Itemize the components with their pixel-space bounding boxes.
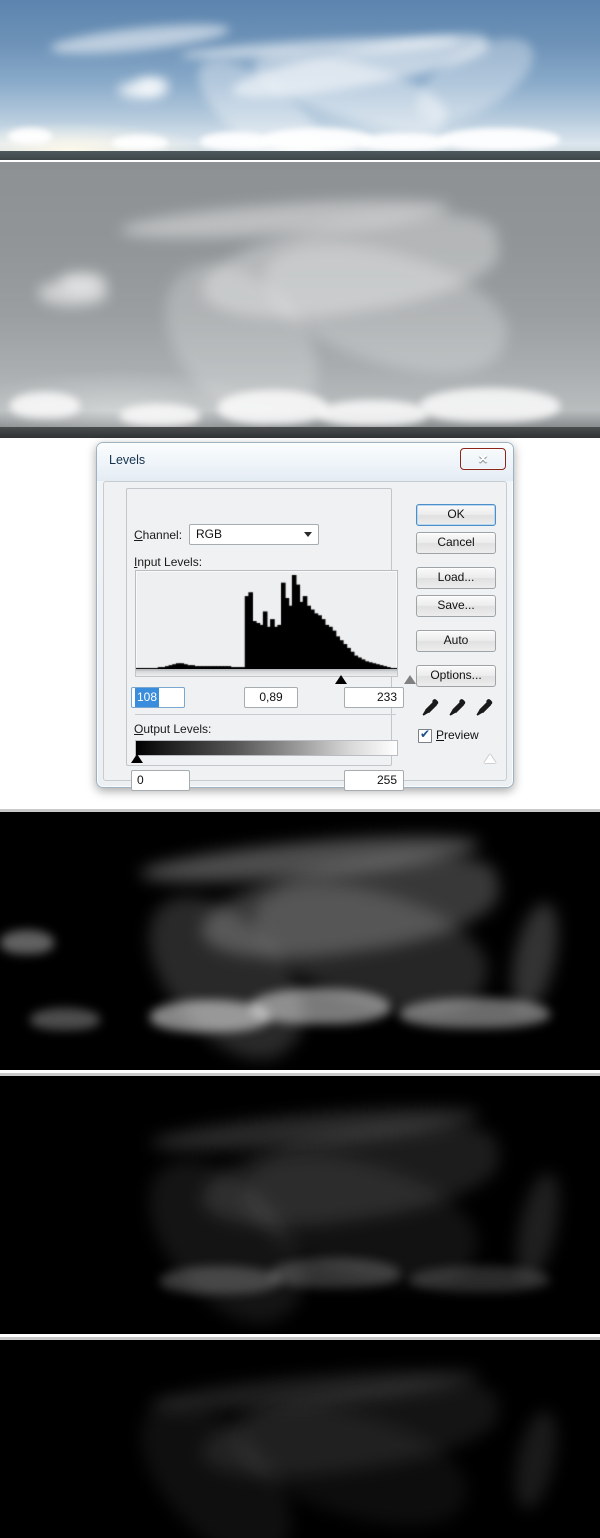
- close-icon[interactable]: ✕: [460, 448, 506, 470]
- output-levels-label: Output Levels:: [134, 722, 212, 736]
- cloud-puff: [136, 78, 168, 92]
- cumulus-cloud: [270, 1258, 400, 1288]
- cloud-wisp: [507, 1407, 565, 1513]
- cumulus-cloud: [250, 988, 390, 1024]
- save-button[interactable]: Save...: [416, 595, 496, 617]
- check-icon: ✔: [420, 727, 431, 741]
- set-white-point-eyedropper-icon[interactable]: [472, 698, 494, 720]
- dialog-titlebar[interactable]: Levels ✕: [97, 443, 513, 481]
- histogram-chart: [136, 571, 397, 669]
- levels-dialog[interactable]: Levels ✕ Channel: RGB Input Levels: 108 …: [96, 442, 514, 791]
- histogram-panel: [135, 570, 398, 670]
- cumulus-cloud: [318, 400, 428, 426]
- ok-button[interactable]: OK: [416, 504, 496, 526]
- cumulus-cloud: [8, 128, 52, 144]
- input-black-point-field[interactable]: 108: [131, 687, 185, 708]
- horizon-treeline: [0, 151, 600, 160]
- output-black-field[interactable]: 0: [131, 770, 190, 791]
- original-color-sky-panorama: [0, 0, 600, 160]
- input-levels-label: Input Levels:: [134, 555, 203, 569]
- cumulus-cloud: [360, 133, 450, 151]
- cloud-puff: [60, 272, 106, 292]
- input-levels-slider-track[interactable]: [135, 670, 398, 677]
- cumulus-cloud: [30, 1008, 100, 1030]
- levels-adjusted-dark-sky-step-1: [0, 812, 600, 1070]
- preview-label: Preview: [436, 728, 479, 742]
- levels-adjusted-dark-sky-step-3: [0, 1340, 600, 1538]
- options-button[interactable]: Options...: [416, 665, 496, 687]
- cumulus-cloud: [262, 128, 372, 150]
- chevron-down-icon: [304, 532, 312, 537]
- input-gamma-field[interactable]: 0,89: [244, 687, 298, 708]
- cancel-button[interactable]: Cancel: [416, 532, 496, 554]
- dialog-body: Channel: RGB Input Levels: 108 0,89 233 …: [103, 481, 507, 791]
- cumulus-cloud: [400, 998, 550, 1028]
- output-levels-gradient[interactable]: [135, 740, 398, 756]
- channel-selected-value: RGB: [196, 527, 223, 541]
- cumulus-cloud: [160, 1266, 280, 1294]
- eyedropper-group: [418, 698, 498, 720]
- input-white-point-field[interactable]: 233: [344, 687, 404, 708]
- cumulus-cloud: [420, 388, 560, 422]
- load-button[interactable]: Load...: [416, 567, 496, 589]
- cumulus-cloud: [200, 132, 270, 150]
- set-gray-point-eyedropper-icon[interactable]: [445, 698, 467, 720]
- auto-button[interactable]: Auto: [416, 630, 496, 652]
- output-white-field[interactable]: 255: [344, 770, 404, 791]
- input-black-point-value: 108: [135, 688, 160, 707]
- page-title: Levels: [109, 453, 146, 467]
- cumulus-cloud: [218, 390, 328, 424]
- cumulus-cloud: [440, 128, 560, 150]
- channel-label: Channel:: [134, 528, 183, 542]
- desaturated-gray-sky-panorama: [0, 162, 600, 438]
- cumulus-cloud: [410, 1266, 550, 1292]
- channel-select[interactable]: RGB: [189, 524, 319, 545]
- cumulus-cloud: [120, 404, 200, 426]
- divider: [135, 714, 396, 715]
- cumulus-cloud: [0, 930, 54, 954]
- cumulus-cloud: [10, 392, 80, 418]
- preview-checkbox[interactable]: ✔: [418, 727, 432, 743]
- levels-adjusted-dark-sky-step-2: [0, 1076, 600, 1334]
- horizon-treeline: [0, 427, 600, 438]
- cumulus-cloud: [112, 135, 168, 150]
- cloud-wisp: [504, 899, 566, 1015]
- set-black-point-eyedropper-icon[interactable]: [418, 698, 440, 720]
